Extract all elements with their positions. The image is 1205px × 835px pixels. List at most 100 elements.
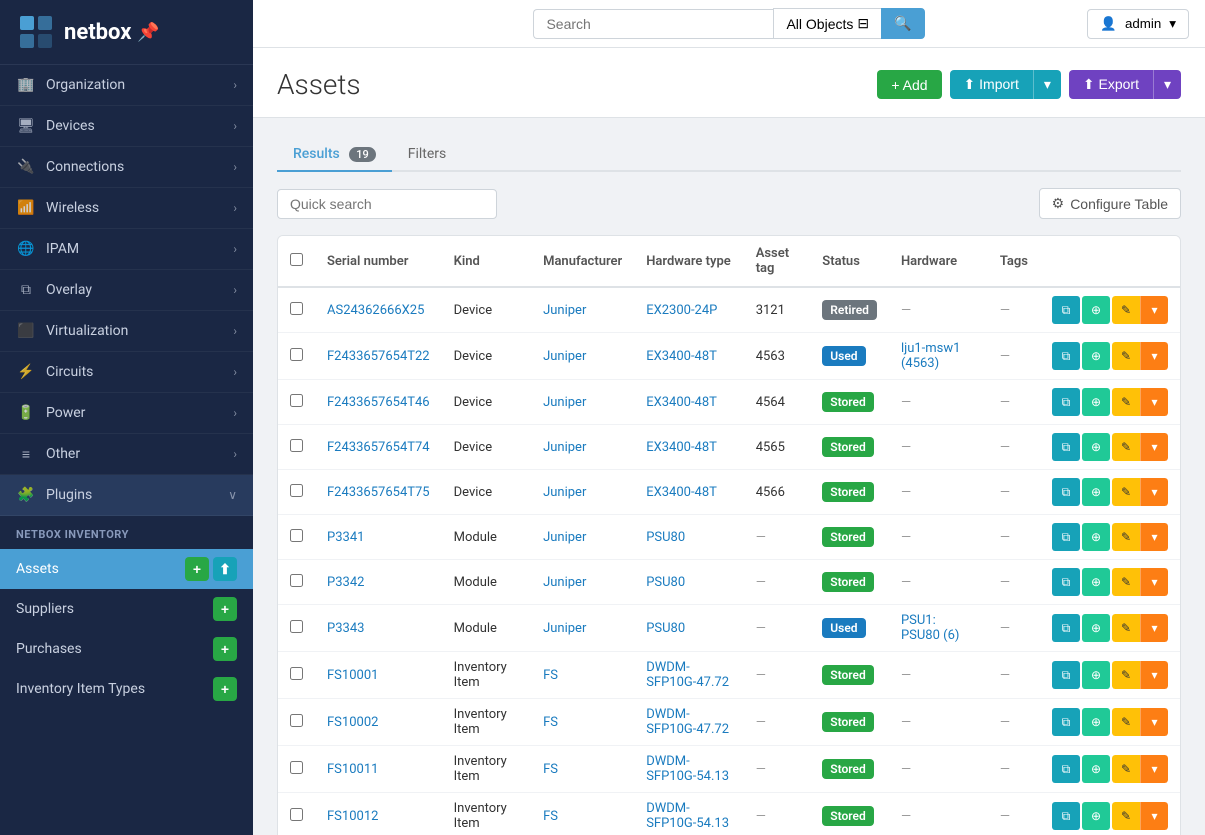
- hardware-type-link[interactable]: EX2300-24P: [646, 303, 717, 318]
- clone-button[interactable]: ⊕: [1082, 296, 1110, 324]
- row-checkbox-6[interactable]: [290, 574, 303, 587]
- sidebar-item-inventory-item-types[interactable]: Inventory Item Types +: [0, 669, 253, 709]
- row-checkbox-3[interactable]: [290, 439, 303, 452]
- export-dropdown-button[interactable]: ▾: [1153, 70, 1181, 99]
- manufacturer-link[interactable]: FS: [543, 809, 558, 824]
- search-type-button[interactable]: All Objects ⊟: [773, 8, 881, 39]
- sidebar-logo[interactable]: netbox 📌: [0, 0, 253, 65]
- search-input[interactable]: [533, 9, 773, 39]
- import-button[interactable]: ⬆ Import: [950, 70, 1033, 99]
- clone-button[interactable]: ⊕: [1082, 755, 1110, 783]
- edit-dropdown-button[interactable]: ▾: [1140, 661, 1168, 689]
- sidebar-item-overlay[interactable]: ⧉ Overlay ›: [0, 270, 253, 311]
- serial-link[interactable]: F2433657654T46: [327, 395, 430, 410]
- user-menu-button[interactable]: 👤 admin ▾: [1087, 9, 1189, 39]
- edit-dropdown-button[interactable]: ▾: [1140, 523, 1168, 551]
- copy-button[interactable]: ⧉: [1052, 614, 1080, 642]
- edit-dropdown-button[interactable]: ▾: [1140, 802, 1168, 830]
- clone-button[interactable]: ⊕: [1082, 802, 1110, 830]
- edit-dropdown-button[interactable]: ▾: [1140, 433, 1168, 461]
- copy-button[interactable]: ⧉: [1052, 433, 1080, 461]
- edit-button[interactable]: ✎: [1112, 614, 1140, 642]
- tab-filters[interactable]: Filters: [392, 138, 463, 172]
- row-checkbox-0[interactable]: [290, 302, 303, 315]
- sidebar-item-power[interactable]: 🔋 Power ›: [0, 393, 253, 434]
- copy-button[interactable]: ⧉: [1052, 478, 1080, 506]
- edit-button[interactable]: ✎: [1112, 708, 1140, 736]
- plugins-header[interactable]: 🧩 Plugins ∨: [0, 475, 253, 516]
- manufacturer-link[interactable]: FS: [543, 762, 558, 777]
- manufacturer-link[interactable]: Juniper: [543, 303, 586, 318]
- row-checkbox-8[interactable]: [290, 667, 303, 680]
- select-all-checkbox[interactable]: [290, 253, 303, 266]
- manufacturer-link[interactable]: Juniper: [543, 621, 586, 636]
- serial-link[interactable]: F2433657654T74: [327, 440, 430, 455]
- edit-button[interactable]: ✎: [1112, 388, 1140, 416]
- copy-button[interactable]: ⧉: [1052, 523, 1080, 551]
- export-button[interactable]: ⬆ Export: [1069, 70, 1153, 99]
- tab-results[interactable]: Results 19: [277, 138, 392, 172]
- edit-button[interactable]: ✎: [1112, 568, 1140, 596]
- row-checkbox-2[interactable]: [290, 394, 303, 407]
- row-checkbox-4[interactable]: [290, 484, 303, 497]
- edit-button[interactable]: ✎: [1112, 342, 1140, 370]
- edit-button[interactable]: ✎: [1112, 296, 1140, 324]
- clone-button[interactable]: ⊕: [1082, 661, 1110, 689]
- sidebar-item-other[interactable]: ≡ Other ›: [0, 434, 253, 475]
- edit-button[interactable]: ✎: [1112, 433, 1140, 461]
- clone-button[interactable]: ⊕: [1082, 478, 1110, 506]
- serial-link[interactable]: F2433657654T75: [327, 485, 430, 500]
- edit-dropdown-button[interactable]: ▾: [1140, 296, 1168, 324]
- sidebar-item-wireless[interactable]: 📶 Wireless ›: [0, 188, 253, 229]
- sidebar-item-purchases[interactable]: Purchases +: [0, 629, 253, 669]
- manufacturer-link[interactable]: Juniper: [543, 349, 586, 364]
- sidebar-item-virtualization[interactable]: ⬛ Virtualization ›: [0, 311, 253, 352]
- hardware-type-link[interactable]: DWDM-SFP10G-47.72: [646, 707, 729, 737]
- edit-dropdown-button[interactable]: ▾: [1140, 614, 1168, 642]
- serial-link[interactable]: FS10011: [327, 762, 378, 777]
- edit-dropdown-button[interactable]: ▾: [1140, 388, 1168, 416]
- sidebar-item-devices[interactable]: 🖥 Devices ›: [0, 106, 253, 147]
- clone-button[interactable]: ⊕: [1082, 388, 1110, 416]
- edit-button[interactable]: ✎: [1112, 755, 1140, 783]
- import-dropdown-button[interactable]: ▾: [1033, 70, 1061, 99]
- serial-link[interactable]: P3341: [327, 530, 364, 545]
- serial-link[interactable]: FS10012: [327, 809, 378, 824]
- search-submit-button[interactable]: 🔍: [881, 8, 924, 39]
- serial-link[interactable]: P3342: [327, 575, 364, 590]
- hardware-type-link[interactable]: EX3400-48T: [646, 440, 717, 455]
- configure-table-button[interactable]: ⚙ Configure Table: [1039, 188, 1181, 219]
- edit-button[interactable]: ✎: [1112, 802, 1140, 830]
- edit-button[interactable]: ✎: [1112, 478, 1140, 506]
- copy-button[interactable]: ⧉: [1052, 568, 1080, 596]
- serial-link[interactable]: FS10002: [327, 715, 378, 730]
- hardware-link[interactable]: PSU1: PSU80 (6): [901, 613, 959, 643]
- hardware-type-link[interactable]: EX3400-48T: [646, 395, 717, 410]
- copy-button[interactable]: ⧉: [1052, 388, 1080, 416]
- hardware-type-link[interactable]: EX3400-48T: [646, 485, 717, 500]
- hardware-type-link[interactable]: DWDM-SFP10G-54.13: [646, 801, 729, 831]
- row-checkbox-10[interactable]: [290, 761, 303, 774]
- edit-button[interactable]: ✎: [1112, 661, 1140, 689]
- serial-link[interactable]: FS10001: [327, 668, 378, 683]
- edit-dropdown-button[interactable]: ▾: [1140, 708, 1168, 736]
- clone-button[interactable]: ⊕: [1082, 568, 1110, 596]
- row-checkbox-11[interactable]: [290, 808, 303, 821]
- manufacturer-link[interactable]: Juniper: [543, 575, 586, 590]
- serial-link[interactable]: P3343: [327, 621, 364, 636]
- clone-button[interactable]: ⊕: [1082, 614, 1110, 642]
- edit-dropdown-button[interactable]: ▾: [1140, 342, 1168, 370]
- quick-search-input[interactable]: [277, 189, 497, 219]
- row-checkbox-7[interactable]: [290, 620, 303, 633]
- assets-add-button[interactable]: +: [185, 557, 209, 581]
- edit-button[interactable]: ✎: [1112, 523, 1140, 551]
- copy-button[interactable]: ⧉: [1052, 661, 1080, 689]
- copy-button[interactable]: ⧉: [1052, 342, 1080, 370]
- sidebar-item-ipam[interactable]: 🌐 IPAM ›: [0, 229, 253, 270]
- manufacturer-link[interactable]: FS: [543, 668, 558, 683]
- add-button[interactable]: + Add: [877, 70, 941, 99]
- inventory-item-types-add-button[interactable]: +: [213, 677, 237, 701]
- hardware-type-link[interactable]: DWDM-SFP10G-54.13: [646, 754, 729, 784]
- manufacturer-link[interactable]: Juniper: [543, 485, 586, 500]
- edit-dropdown-button[interactable]: ▾: [1140, 755, 1168, 783]
